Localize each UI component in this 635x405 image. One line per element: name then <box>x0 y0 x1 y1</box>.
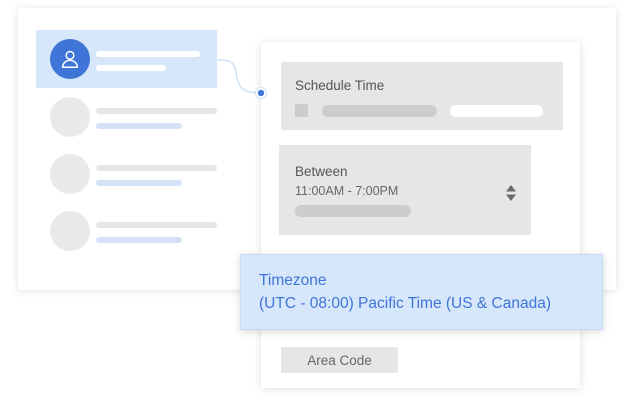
contact-item[interactable] <box>36 88 217 146</box>
time-placeholder <box>450 105 543 117</box>
sort-arrows-icon[interactable] <box>505 184 517 202</box>
schedule-time-label: Schedule Time <box>295 78 385 93</box>
contact-detail-placeholder <box>96 237 182 243</box>
contact-item[interactable] <box>36 145 217 203</box>
scheduler-illustration: Schedule Time Between 11:00AM - 7:00PM T… <box>0 0 635 405</box>
avatar <box>50 154 90 194</box>
between-value: 11:00AM - 7:00PM <box>295 184 399 198</box>
timezone-value: (UTC - 08:00) Pacific Time (US & Canada) <box>259 295 552 312</box>
contact-item-selected[interactable] <box>36 30 217 88</box>
area-code-button[interactable]: Area Code <box>281 347 398 373</box>
schedule-time-field[interactable]: Schedule Time <box>281 62 563 130</box>
between-detail-placeholder <box>295 205 411 217</box>
user-icon <box>61 50 79 68</box>
timezone-label: Timezone <box>259 272 327 289</box>
contact-detail-placeholder <box>96 123 182 129</box>
contact-name-placeholder <box>96 108 217 114</box>
contact-name-placeholder <box>96 222 217 228</box>
contact-name-placeholder <box>96 165 217 171</box>
between-label: Between <box>295 164 348 179</box>
contact-item[interactable] <box>36 202 217 260</box>
date-placeholder <box>322 105 437 117</box>
avatar <box>50 97 90 137</box>
avatar <box>50 39 90 79</box>
checkbox-placeholder[interactable] <box>295 104 308 117</box>
avatar <box>50 211 90 251</box>
contact-detail-placeholder <box>96 180 182 186</box>
between-field[interactable]: Between 11:00AM - 7:00PM <box>279 145 531 235</box>
contact-name-placeholder <box>96 51 200 57</box>
contact-detail-placeholder <box>96 65 166 71</box>
timezone-dropdown[interactable]: Timezone (UTC - 08:00) Pacific Time (US … <box>240 254 603 330</box>
